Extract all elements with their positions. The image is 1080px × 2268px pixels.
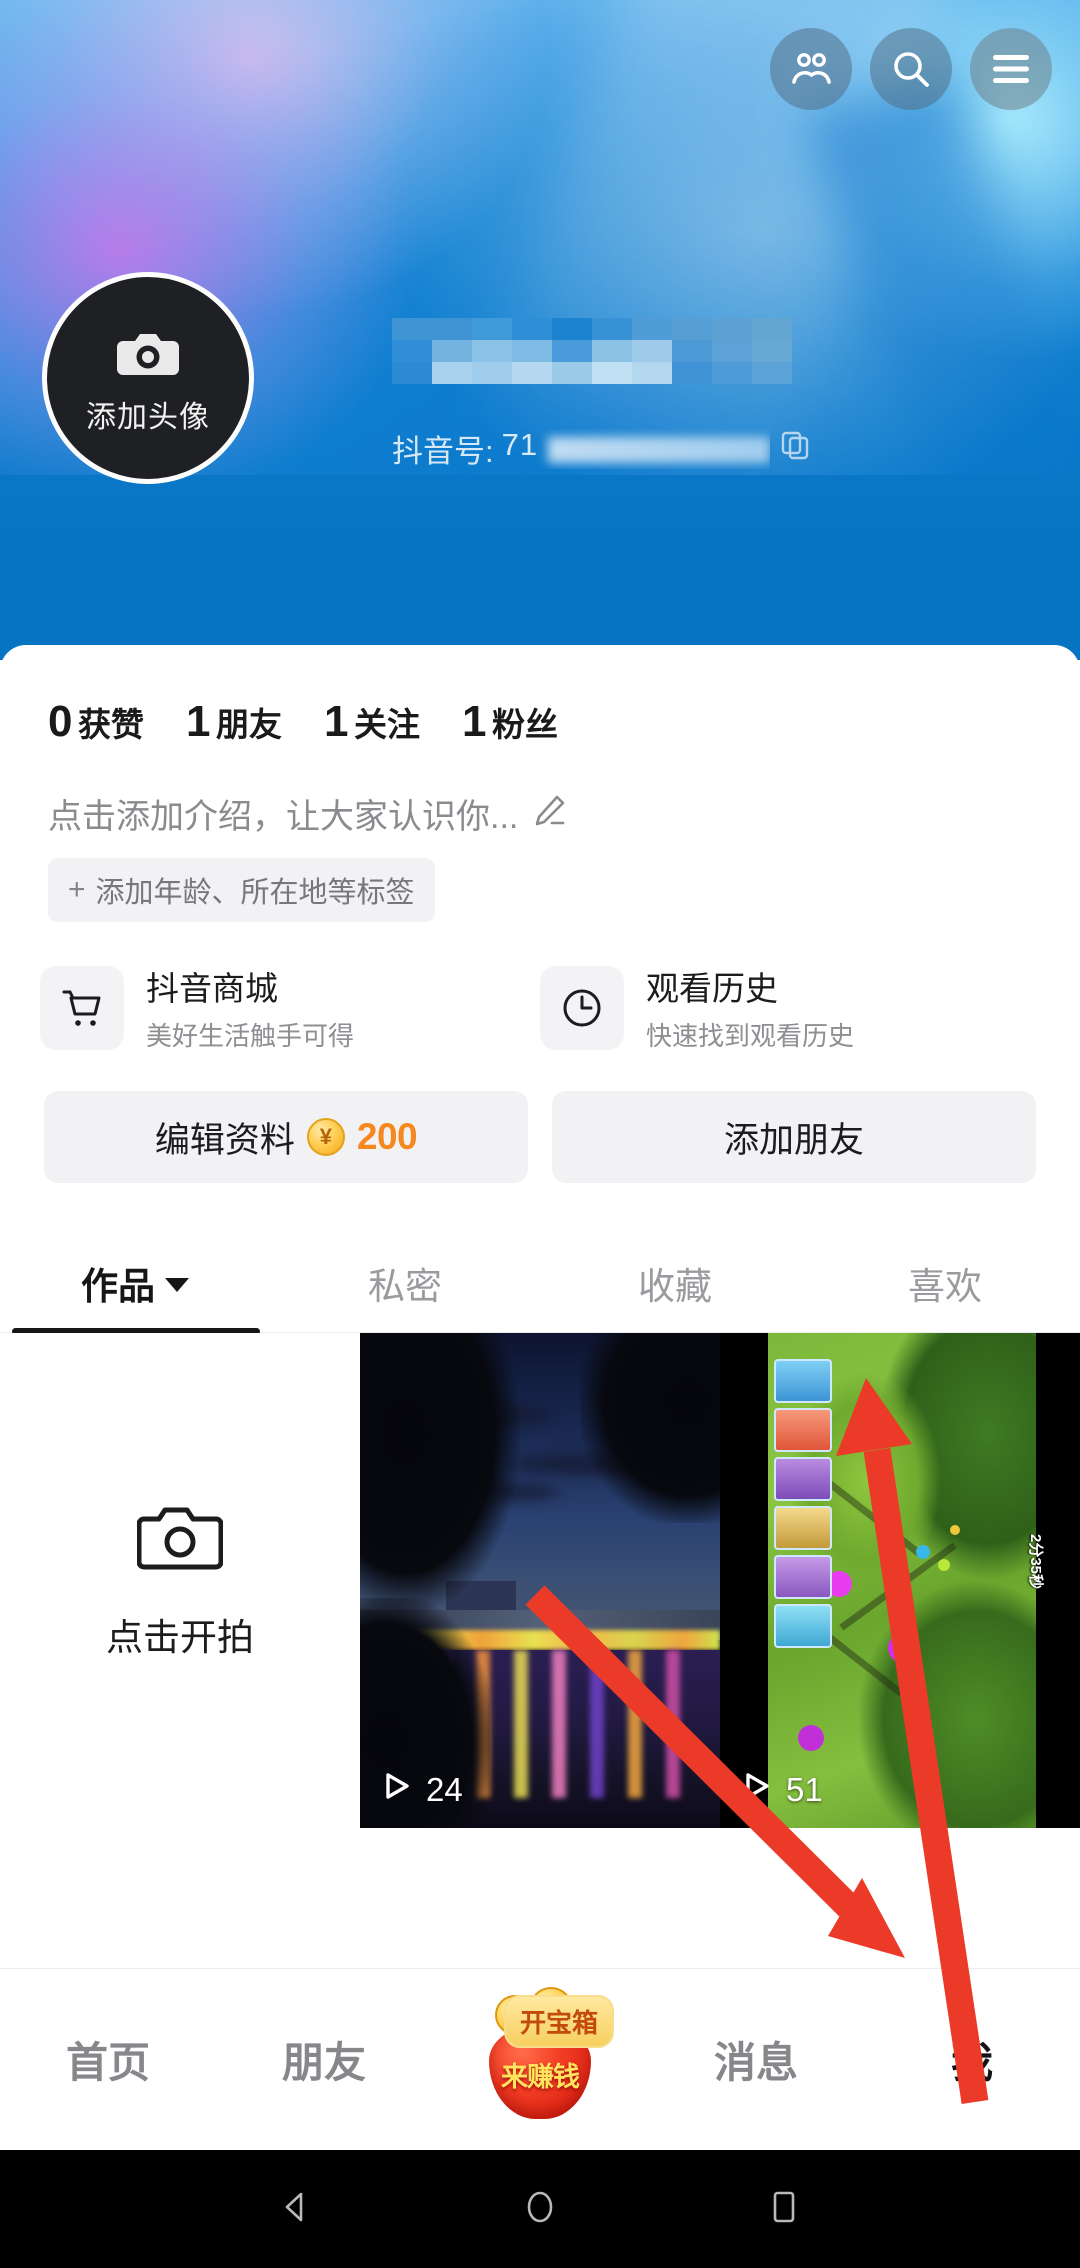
tab-private[interactable]: 私密 <box>270 1256 540 1332</box>
avatar[interactable]: 添加头像 <box>42 272 254 484</box>
action-buttons: 编辑资料 ¥ 200 添加朋友 <box>0 1053 1080 1183</box>
douyin-id-visible: 71 <box>501 428 539 462</box>
nav-item-home[interactable]: 首页 <box>0 2029 216 2090</box>
bio-placeholder: 点击添加介绍，让大家认识你... <box>48 798 519 836</box>
play-count-badge: 51 <box>738 1768 823 1812</box>
play-count: 24 <box>426 1771 463 1808</box>
banner-solid-base <box>0 475 1080 660</box>
android-navigation-bar <box>0 2150 1080 2268</box>
search-icon-button[interactable] <box>870 28 952 110</box>
coin-icon: ¥ <box>306 1118 345 1156</box>
douyin-id-row[interactable]: 抖音号: 71 <box>392 426 810 471</box>
video-thumbnail: 2分35秒 <box>720 1333 1080 1828</box>
stat-friends[interactable]: 1 朋友 <box>186 697 282 747</box>
card-mall[interactable]: 抖音商城 美好生活触手可得 <box>40 962 540 1053</box>
treasure-box-badge[interactable]: 开宝箱 <box>504 1994 615 2048</box>
tab-works[interactable]: 作品 <box>0 1256 270 1332</box>
stat-fans[interactable]: 1 粉丝 <box>462 697 558 747</box>
tab-favorites[interactable]: 收藏 <box>540 1256 810 1332</box>
tab-likes[interactable]: 喜欢 <box>810 1256 1080 1332</box>
douyin-id-masked: 71 <box>502 429 770 469</box>
stat-value: 0 <box>48 697 72 746</box>
card-history[interactable]: 观看历史 快速找到观看历史 <box>540 962 1040 1053</box>
works-grid: 点击开拍 24 2分35秒 51 <box>0 1333 1080 1828</box>
edit-profile-button[interactable]: 编辑资料 ¥ 200 <box>44 1091 528 1183</box>
edit-profile-label: 编辑资料 <box>154 1120 295 1160</box>
menu-icon-button[interactable] <box>970 28 1052 110</box>
add-tags-label: 添加年龄、所在地等标签 <box>95 877 415 909</box>
card-subtitle: 美好生活触手可得 <box>146 1021 355 1051</box>
work-item-1[interactable]: 24 <box>360 1333 720 1828</box>
profile-identity: 抖音号: 71 <box>392 318 810 471</box>
nav-item-me[interactable]: 我 <box>864 2029 1080 2090</box>
douyin-id-blur <box>547 436 770 463</box>
plus-icon: + <box>68 873 86 906</box>
tab-label: 收藏 <box>638 1266 712 1307</box>
stat-likes[interactable]: 0 获赞 <box>48 697 144 747</box>
nav-item-friends[interactable]: 朋友 <box>216 2029 432 2090</box>
stat-label: 朋友 <box>215 706 282 743</box>
clock-icon <box>540 965 624 1050</box>
search-icon <box>888 46 934 92</box>
tab-label: 喜欢 <box>908 1266 982 1307</box>
stat-value: 1 <box>185 697 210 746</box>
start-shooting-label: 点击开拍 <box>106 1617 254 1658</box>
game-card-tray <box>774 1359 834 1648</box>
card-subtitle: 快速找到观看历史 <box>646 1021 855 1051</box>
stat-label: 粉丝 <box>491 706 558 743</box>
nav-item-messages[interactable]: 消息 <box>648 2029 864 2090</box>
nav-item-earn-money[interactable]: 来赚钱 开宝箱 <box>432 1986 648 2119</box>
coin-amount: 200 <box>356 1116 418 1157</box>
play-icon <box>738 1768 774 1812</box>
cart-icon <box>40 965 124 1050</box>
friends-icon-button[interactable] <box>770 28 852 110</box>
avatar-add-label: 添加头像 <box>86 400 210 434</box>
bottom-navigation: 首页 朋友 来赚钱 开宝箱 消息 我 <box>0 1968 1080 2150</box>
profile-sheet: 0 获赞 1 朋友 1 关注 1 粉丝 点击添加介绍，让大家认识你... + 添… <box>0 645 1080 1968</box>
douyin-profile-screen: 添加头像 抖音号: 71 0 获赞 1 朋友 1 关注 1 粉丝 点击添加介绍，… <box>0 0 1080 2268</box>
recents-button[interactable] <box>762 2185 806 2234</box>
add-friend-label: 添加朋友 <box>723 1120 864 1160</box>
card-title: 抖音商城 <box>146 970 278 1007</box>
add-friend-button[interactable]: 添加朋友 <box>552 1091 1036 1183</box>
username-masked <box>392 318 792 384</box>
avatar-container[interactable]: 添加头像 <box>42 272 254 484</box>
content-tabs: 作品 私密 收藏 喜欢 <box>0 1223 1080 1335</box>
stats-row: 0 获赞 1 朋友 1 关注 1 粉丝 <box>0 645 1080 747</box>
work-item-2[interactable]: 2分35秒 51 <box>720 1333 1080 1828</box>
friends-icon <box>788 46 834 92</box>
card-title: 观看历史 <box>646 970 778 1007</box>
game-timer: 2分35秒 <box>1026 1533 1044 1589</box>
shortcut-cards: 抖音商城 美好生活触手可得 观看历史 快速找到观看历史 <box>0 922 1080 1053</box>
add-tags-chip[interactable]: + 添加年龄、所在地等标签 <box>48 858 435 922</box>
tab-label: 私密 <box>368 1266 442 1307</box>
chevron-down-icon[interactable] <box>165 1278 189 1292</box>
stat-following[interactable]: 1 关注 <box>324 697 420 747</box>
stat-label: 关注 <box>353 706 420 743</box>
pencil-icon[interactable] <box>530 792 568 835</box>
stat-label: 获赞 <box>77 706 144 743</box>
header-actions <box>770 28 1052 110</box>
play-icon <box>378 1768 414 1812</box>
copy-icon[interactable] <box>780 430 810 468</box>
stat-value: 1 <box>323 697 348 746</box>
menu-icon <box>989 52 1033 86</box>
home-button[interactable] <box>518 2185 562 2234</box>
douyin-id-prefix: 抖音号: <box>392 434 494 469</box>
play-count: 51 <box>786 1771 823 1808</box>
earn-money-label: 来赚钱 <box>501 2061 580 2092</box>
tab-label: 作品 <box>81 1266 155 1307</box>
camera-icon <box>136 1500 224 1577</box>
play-count-badge: 24 <box>378 1768 463 1812</box>
start-shooting-cell[interactable]: 点击开拍 <box>0 1333 360 1828</box>
video-thumbnail <box>360 1333 720 1828</box>
bio-row[interactable]: 点击添加介绍，让大家认识你... <box>0 747 1080 838</box>
stat-value: 1 <box>461 697 486 746</box>
back-button[interactable] <box>274 2185 318 2234</box>
camera-icon <box>115 325 181 386</box>
